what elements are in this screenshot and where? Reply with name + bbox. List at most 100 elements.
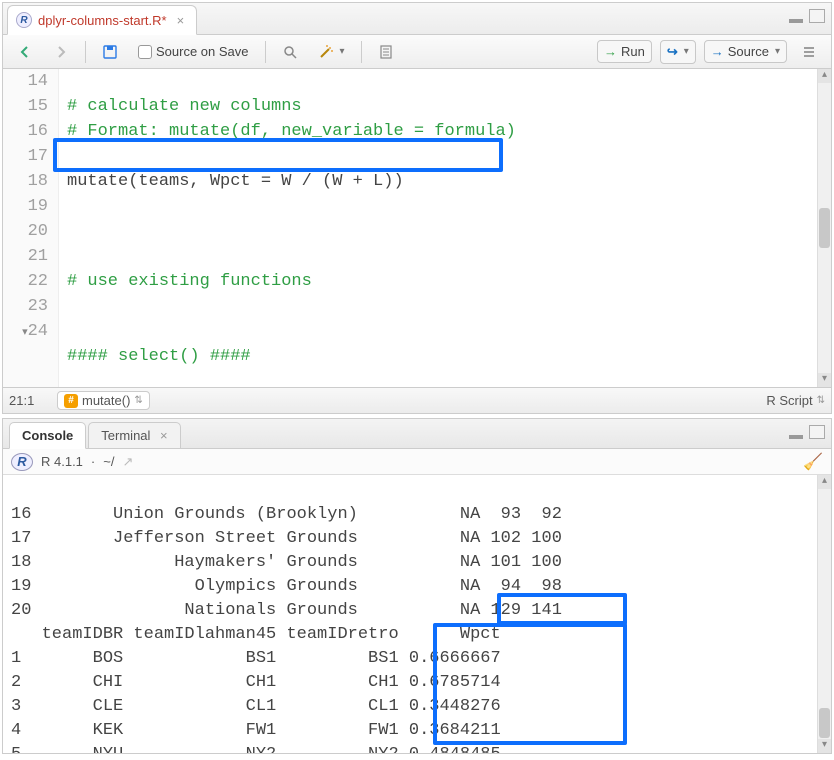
source-statusbar: 21:1 # mutate() ⇅ R Script ⇅ (3, 387, 831, 413)
code-line: # use existing functions (67, 272, 312, 291)
scroll-track[interactable] (818, 489, 831, 707)
updown-icon: ⇅ (134, 395, 142, 406)
line-number: 22 (3, 269, 48, 294)
console-output[interactable]: 16 Union Grounds (Brooklyn) NA 93 92 17 … (3, 475, 831, 753)
close-icon[interactable]: × (160, 428, 168, 443)
clear-console-icon[interactable]: 🧹 (803, 452, 823, 472)
minimize-pane-icon[interactable] (789, 425, 805, 439)
scroll-up-icon[interactable]: ▴ (818, 475, 831, 489)
minimize-pane-icon[interactable] (789, 9, 805, 23)
line-number: 21 (3, 244, 48, 269)
source-toolbar: Source on Save ▾ → Run ↪ ▾ → Source ▾ (3, 35, 831, 69)
console-line: 17 Jefferson Street Grounds NA 102 100 (11, 529, 562, 548)
pane-window-controls (789, 425, 825, 439)
cursor-position: 21:1 (9, 393, 57, 408)
updown-icon: ⇅ (817, 395, 825, 406)
report-button[interactable] (372, 41, 400, 63)
run-button[interactable]: → Run (597, 40, 652, 63)
pane-window-controls (789, 9, 825, 23)
wand-icon (318, 44, 334, 60)
code-tools-button[interactable]: ▾ (312, 41, 351, 63)
filetype-selector[interactable]: R Script ⇅ (766, 393, 825, 408)
console-line: 1 BOS BS1 BS1 0.6666667 (11, 649, 501, 668)
separator (85, 41, 86, 63)
fold-icon[interactable]: ▾ (16, 321, 28, 346)
editor-scrollbar[interactable]: ▴ ▾ (817, 69, 831, 387)
code-area[interactable]: # calculate new columns # Format: mutate… (59, 69, 817, 387)
console-infobar: R R 4.1.1 · ~/ ↗ 🧹 (3, 449, 831, 475)
line-number: 20 (3, 219, 48, 244)
r-version-label: R 4.1.1 (41, 454, 83, 469)
tab-console-label: Console (22, 428, 73, 443)
run-arrow-icon: → (604, 44, 617, 59)
filetype-label: R Script (766, 393, 812, 408)
code-line: mutate(teams, Wpct = W / (W + L)) (67, 172, 404, 191)
r-logo-icon: R (11, 453, 33, 471)
chevron-down-icon: ▾ (775, 46, 780, 57)
highlight-mutate-call (53, 138, 503, 172)
tab-terminal[interactable]: Terminal × (88, 422, 180, 449)
code-line: # calculate new columns (67, 97, 302, 116)
console-line: 20 Nationals Grounds NA 129 141 (11, 601, 562, 620)
source-on-save-toggle[interactable]: Source on Save (132, 41, 255, 62)
scope-label: mutate() (82, 393, 130, 408)
console-line: 19 Olympics Grounds NA 94 98 (11, 577, 562, 596)
line-number: ▾24 (3, 319, 48, 346)
console-line: 4 KEK FW1 FW1 0.3684211 (11, 721, 501, 740)
separator (265, 41, 266, 63)
console-text: 16 Union Grounds (Brooklyn) NA 93 92 17 … (3, 475, 817, 753)
tab-console[interactable]: Console (9, 422, 86, 449)
scroll-down-icon[interactable]: ▾ (818, 739, 831, 753)
scroll-track[interactable] (818, 249, 831, 373)
console-line: 18 Haymakers' Grounds NA 101 100 (11, 553, 562, 572)
dot-separator: · (91, 454, 95, 469)
working-directory[interactable]: ~/ (103, 454, 114, 469)
scroll-up-icon[interactable]: ▴ (818, 69, 831, 83)
scroll-track[interactable] (818, 83, 831, 207)
console-line: teamIDBR teamIDlahman45 teamIDretro Wpct (11, 625, 501, 644)
source-label: Source (728, 44, 769, 59)
scroll-down-icon[interactable]: ▾ (818, 373, 831, 387)
source-on-save-label: Source on Save (156, 44, 249, 59)
checkbox-icon (138, 45, 152, 59)
maximize-pane-icon[interactable] (809, 9, 825, 23)
source-arrow-icon: → (711, 44, 724, 59)
code-editor[interactable]: 14 15 16 17 18 19 20 21 22 23 ▾24 # calc… (3, 69, 831, 387)
rerun-icon: ↪ (667, 44, 678, 60)
search-icon (282, 44, 298, 60)
function-badge-icon: # (64, 394, 78, 408)
scroll-thumb[interactable] (819, 208, 830, 248)
line-number: 19 (3, 194, 48, 219)
source-button[interactable]: → Source ▾ (704, 40, 787, 63)
nav-forward-button[interactable] (47, 41, 75, 63)
maximize-pane-icon[interactable] (809, 425, 825, 439)
r-file-icon: R (16, 12, 32, 28)
source-pane: R dplyr-columns-start.R* × Source on Sav… (2, 2, 832, 414)
console-pane: Console Terminal × R R 4.1.1 · ~/ ↗ 🧹 16… (2, 418, 832, 754)
console-line: 16 Union Grounds (Brooklyn) NA 93 92 (11, 505, 562, 524)
chevron-down-icon: ▾ (684, 46, 689, 57)
save-button[interactable] (96, 41, 124, 63)
outline-button[interactable] (795, 41, 823, 63)
close-icon[interactable]: × (177, 13, 185, 28)
file-tab-label: dplyr-columns-start.R* (38, 13, 167, 28)
console-line: 2 CHI CH1 CH1 0.6785714 (11, 673, 501, 692)
file-tab[interactable]: R dplyr-columns-start.R* × (7, 5, 197, 35)
rerun-button[interactable]: ↪ ▾ (660, 40, 696, 64)
find-button[interactable] (276, 41, 304, 63)
share-icon[interactable]: ↗ (122, 454, 133, 470)
line-number: 23 (3, 294, 48, 319)
scroll-thumb[interactable] (819, 708, 830, 738)
code-line: #### select() #### (67, 347, 251, 366)
chevron-down-icon: ▾ (340, 46, 345, 57)
arrow-right-icon (53, 44, 69, 60)
scope-selector[interactable]: # mutate() ⇅ (57, 391, 150, 410)
console-scrollbar[interactable]: ▴ ▾ (817, 475, 831, 753)
nav-back-button[interactable] (11, 41, 39, 63)
console-line: 3 CLE CL1 CL1 0.3448276 (11, 697, 501, 716)
code-line: # Format: mutate(df, new_variable = form… (67, 122, 516, 141)
outline-icon (801, 44, 817, 60)
separator (361, 41, 362, 63)
arrow-left-icon (17, 44, 33, 60)
console-tabstrip: Console Terminal × (3, 419, 831, 449)
